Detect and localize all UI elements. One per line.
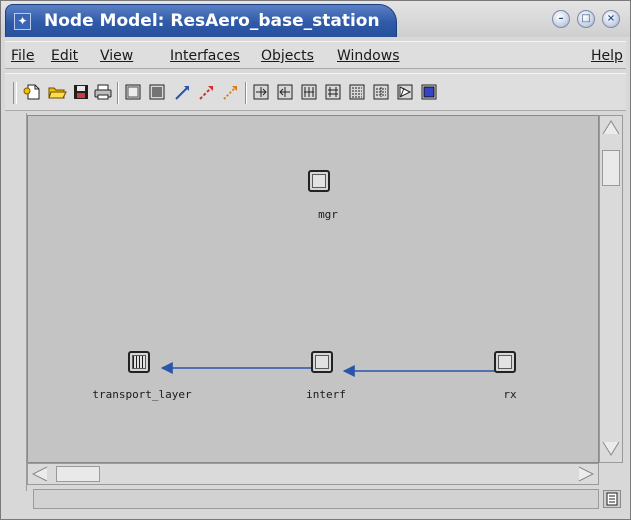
processor-icon[interactable] — [123, 82, 143, 102]
node-transport-layer-inner — [132, 355, 146, 369]
external-system-icon[interactable] — [419, 82, 439, 102]
point-to-point-receiver-icon[interactable] — [275, 82, 295, 102]
save-icon[interactable] — [71, 82, 91, 102]
menu-windows-label: Windows — [337, 48, 400, 64]
scroll-corner — [599, 463, 623, 485]
node-rx-label: rx — [503, 388, 517, 401]
menu-objects-label: Objects — [261, 48, 314, 64]
title-bar[interactable]: ✦ Node Model: ResAero_base_station – □ × — [1, 1, 630, 37]
stream-layer — [160, 362, 495, 377]
menu-bar: File Edit View Interfaces Objects Window… — [5, 41, 626, 69]
queue-icon[interactable] — [147, 82, 167, 102]
window-title: Node Model: ResAero_base_station — [44, 11, 380, 31]
node-rx-inner — [498, 355, 512, 369]
maximize-icon[interactable]: □ — [577, 10, 595, 28]
bus-transmitter-icon[interactable] — [299, 82, 319, 102]
toolbar-grip[interactable] — [13, 82, 17, 104]
toolbar — [5, 73, 626, 111]
vertical-scrollbar[interactable] — [599, 115, 623, 463]
clipboard-icon[interactable] — [603, 490, 621, 508]
open-folder-icon[interactable] — [47, 82, 67, 102]
node-interf[interactable] — [311, 351, 333, 373]
node-interf-inner — [315, 355, 329, 369]
scroll-down-icon[interactable] — [600, 438, 622, 458]
menu-interfaces-label: Interfaces — [170, 48, 240, 64]
node-transport-layer[interactable] — [128, 351, 150, 373]
node-transport-layer-label: transport_layer — [92, 388, 192, 401]
status-message — [33, 489, 599, 509]
antenna-icon[interactable] — [395, 82, 415, 102]
menu-interfaces[interactable]: Interfaces — [170, 48, 240, 64]
menu-edit[interactable]: Edit — [51, 48, 78, 64]
statistic-wire-icon[interactable] — [197, 82, 217, 102]
bus-receiver-icon[interactable] — [323, 82, 343, 102]
logical-association-icon[interactable] — [221, 82, 241, 102]
node-canvas[interactable]: mgr transport_layer interf rx — [27, 115, 599, 463]
node-interf-label: interf — [306, 388, 346, 401]
menu-edit-label: Edit — [51, 48, 79, 64]
menu-view[interactable]: View — [100, 48, 133, 64]
node-rx[interactable] — [494, 351, 516, 373]
opnet-node-icon[interactable]: ✦ — [14, 13, 31, 30]
toolbar-separator — [245, 82, 247, 104]
radio-transmitter-icon[interactable] — [347, 82, 367, 102]
node-mgr-inner — [312, 174, 326, 188]
scroll-right-icon[interactable] — [576, 464, 596, 484]
left-strip — [5, 113, 27, 491]
minimize-icon[interactable]: – — [552, 10, 570, 28]
menu-objects[interactable]: Objects — [261, 48, 314, 64]
menu-help[interactable]: Help — [591, 48, 623, 64]
point-to-point-transmitter-icon[interactable] — [251, 82, 271, 102]
toolbar-separator — [117, 82, 119, 104]
packet-stream-icon[interactable] — [173, 82, 193, 102]
close-icon[interactable]: × — [602, 10, 620, 28]
menu-windows[interactable]: Windows — [337, 48, 400, 64]
node-mgr-label: mgr — [318, 208, 338, 221]
menu-help-label: Help — [591, 48, 623, 64]
title-tab: ✦ Node Model: ResAero_base_station — [5, 4, 397, 37]
vertical-scroll-thumb[interactable] — [602, 150, 620, 186]
scroll-left-icon[interactable] — [30, 464, 50, 484]
menu-view-label: View — [100, 48, 134, 64]
horizontal-scroll-thumb[interactable] — [56, 466, 100, 482]
radio-receiver-icon[interactable] — [371, 82, 391, 102]
scroll-up-icon[interactable] — [600, 118, 622, 138]
node-model-window: ✦ Node Model: ResAero_base_station – □ ×… — [0, 0, 631, 520]
horizontal-scrollbar[interactable] — [27, 463, 599, 485]
menu-file-label: File — [11, 48, 35, 64]
new-icon[interactable] — [23, 82, 43, 102]
print-icon[interactable] — [93, 82, 113, 102]
node-mgr[interactable] — [308, 170, 330, 192]
menu-file[interactable]: File — [11, 48, 34, 64]
